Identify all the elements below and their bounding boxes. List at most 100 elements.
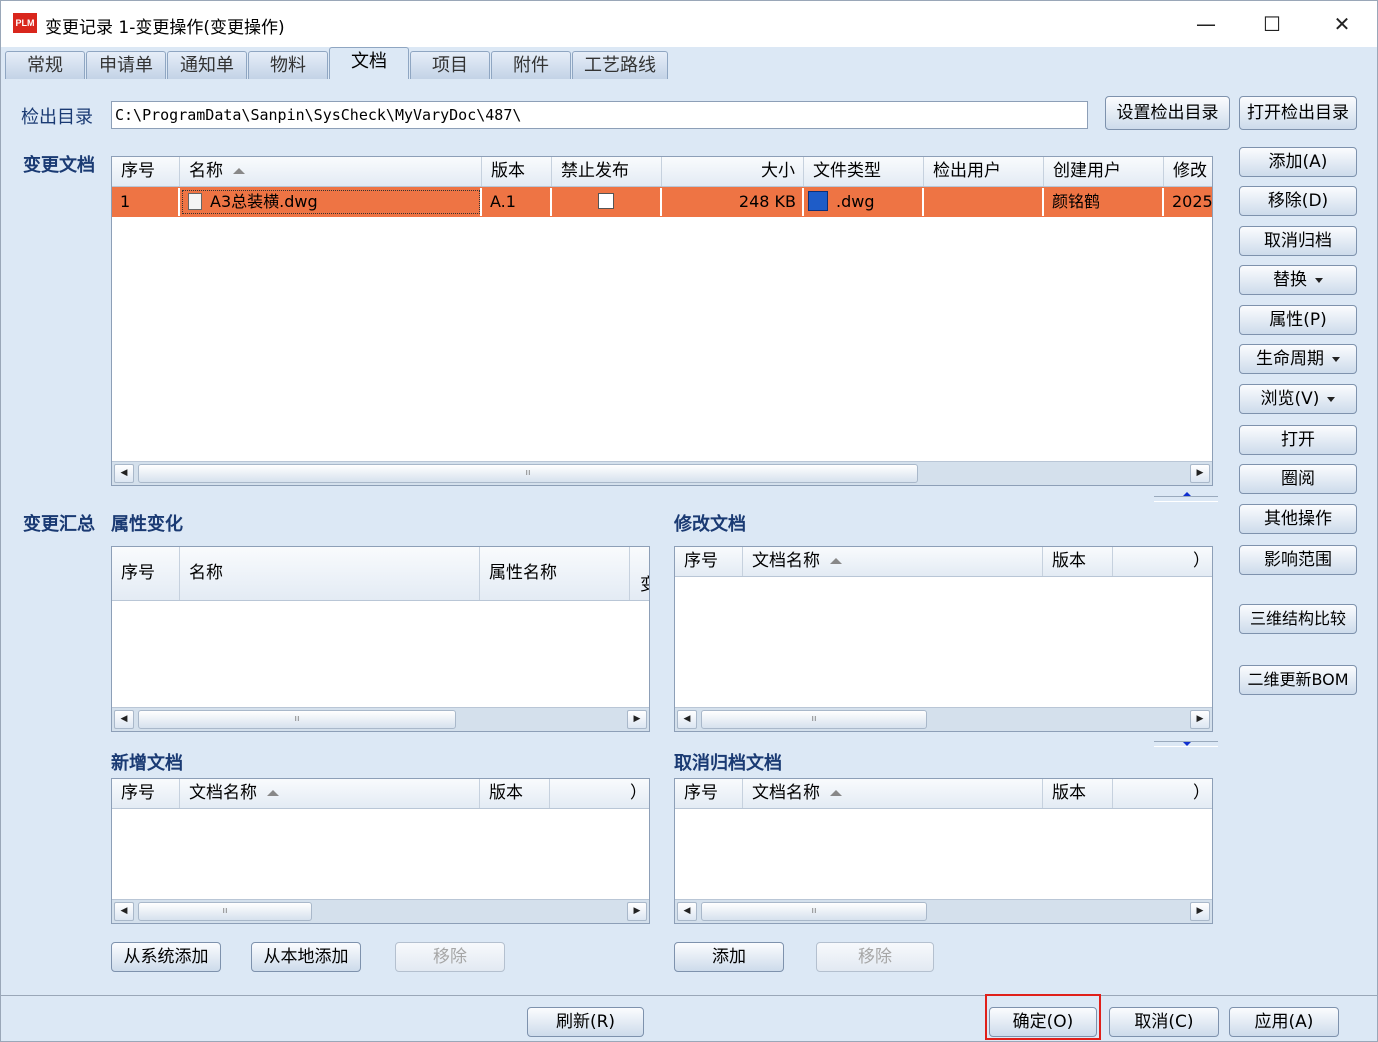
horizontal-scrollbar[interactable]: ◀ ıı ▶ <box>112 707 649 731</box>
markup-button[interactable]: 圈阅 <box>1239 464 1357 494</box>
replace-button[interactable]: 替换 <box>1239 265 1357 295</box>
tab-documents[interactable]: 文档 <box>329 47 409 79</box>
col-index[interactable]: 序号 <box>112 157 180 186</box>
maximize-button[interactable]: ☐ <box>1249 7 1295 41</box>
cell-modified: 2025 <box>1172 192 1213 211</box>
col-index[interactable]: 序号 <box>112 547 180 600</box>
add-from-system-button[interactable]: 从系统添加 <box>111 942 221 972</box>
impact-scope-button[interactable]: 影响范围 <box>1239 545 1357 575</box>
col-forbid-publish[interactable]: 禁止发布 <box>552 157 662 186</box>
properties-button[interactable]: 属性(P) <box>1239 305 1357 335</box>
splitter-down-icon <box>1183 742 1191 746</box>
col-modified[interactable]: 修改 <box>1164 157 1212 186</box>
col-index[interactable]: 序号 <box>675 779 743 808</box>
col-more[interactable]: ） <box>1113 779 1212 808</box>
col-index[interactable]: 序号 <box>112 779 180 808</box>
other-operations-button[interactable]: 其他操作 <box>1239 504 1357 534</box>
remove-button[interactable]: 移除(D) <box>1239 186 1357 216</box>
horizontal-scrollbar[interactable]: ◀ ıı ▶ <box>112 899 649 923</box>
scroll-right-icon[interactable]: ▶ <box>627 710 647 729</box>
add-from-local-button[interactable]: 从本地添加 <box>251 942 361 972</box>
table-row[interactable]: 1 A3总装横.dwg A.1 248 KB .dwg 颜铭鹤 2025 <box>112 187 1212 217</box>
close-button[interactable]: ✕ <box>1319 7 1365 41</box>
tab-application[interactable]: 申请单 <box>86 51 166 79</box>
tab-process-route[interactable]: 工艺路线 <box>572 51 668 79</box>
chevron-down-icon <box>1327 396 1336 402</box>
remove-new-doc-button[interactable]: 移除 <box>395 942 505 972</box>
lifecycle-button[interactable]: 生命周期 <box>1239 344 1357 374</box>
checkout-path-field[interactable]: C:\ProgramData\Sanpin\SysCheck\MyVaryDoc… <box>111 101 1088 129</box>
col-more[interactable]: ） <box>1113 547 1212 576</box>
change-docs-label: 变更文档 <box>23 155 95 176</box>
col-name[interactable]: 名称 <box>180 157 482 186</box>
3d-structure-compare-button[interactable]: 三维结构比较 <box>1239 604 1357 634</box>
open-button[interactable]: 打开 <box>1239 425 1357 455</box>
scroll-left-icon[interactable]: ◀ <box>114 902 134 921</box>
refresh-button[interactable]: 刷新(R) <box>527 1007 644 1037</box>
col-doc-name[interactable]: 文档名称 <box>180 779 480 808</box>
col-more[interactable]: ） <box>550 779 649 808</box>
horizontal-scrollbar[interactable]: ◀ ıı ▶ <box>675 899 1212 923</box>
col-checkout-user[interactable]: 检出用户 <box>924 157 1044 186</box>
scroll-left-icon[interactable]: ◀ <box>677 902 697 921</box>
attr-change-table: 序号 名称 属性名称 变 ◀ ıı ▶ <box>111 546 650 732</box>
cell-forbid-publish <box>552 188 662 216</box>
col-version[interactable]: 版本 <box>480 779 550 808</box>
col-file-type[interactable]: 文件类型 <box>804 157 924 186</box>
tab-attachment[interactable]: 附件 <box>491 51 571 79</box>
2d-update-bom-button[interactable]: 二维更新BOM <box>1239 665 1357 695</box>
plm-logo: PLM <box>13 13 37 33</box>
col-size[interactable]: 大小 <box>662 157 804 186</box>
splitter-handle[interactable] <box>1154 741 1218 747</box>
scroll-left-icon[interactable]: ◀ <box>677 710 697 729</box>
col-name[interactable]: 名称 <box>180 547 480 600</box>
remove-cancel-doc-button[interactable]: 移除 <box>816 942 934 972</box>
table-header: 序号 文档名称 版本 ） <box>675 547 1212 577</box>
cancel-archive-button[interactable]: 取消归档 <box>1239 226 1357 256</box>
col-creator[interactable]: 创建用户 <box>1044 157 1164 186</box>
scroll-left-icon[interactable]: ◀ <box>114 464 134 483</box>
scroll-left-icon[interactable]: ◀ <box>114 710 134 729</box>
scroll-right-icon[interactable]: ▶ <box>1190 902 1210 921</box>
col-doc-name[interactable]: 文档名称 <box>743 779 1043 808</box>
scroll-right-icon[interactable]: ▶ <box>627 902 647 921</box>
tab-project[interactable]: 项目 <box>410 51 490 79</box>
scroll-thumb[interactable]: ıı <box>701 710 927 729</box>
scroll-thumb[interactable]: ıı <box>701 902 927 921</box>
sort-asc-icon <box>830 558 842 564</box>
add-button[interactable]: 添加(A) <box>1239 147 1357 177</box>
col-version[interactable]: 版本 <box>1043 779 1113 808</box>
scroll-thumb[interactable]: ıı <box>138 710 456 729</box>
scroll-thumb[interactable]: ıı <box>138 464 918 483</box>
horizontal-scrollbar[interactable]: ◀ ıı ▶ <box>675 707 1212 731</box>
cell-checkout-user <box>924 188 1044 216</box>
tab-general[interactable]: 常规 <box>5 51 85 79</box>
ok-button[interactable]: 确定(O) <box>989 1007 1097 1037</box>
table-header: 序号 文档名称 版本 ） <box>675 779 1212 809</box>
open-checkout-dir-button[interactable]: 打开检出目录 <box>1239 96 1357 130</box>
cell-size: 248 KB <box>662 188 804 216</box>
scroll-right-icon[interactable]: ▶ <box>1190 710 1210 729</box>
apply-button[interactable]: 应用(A) <box>1229 1007 1339 1037</box>
set-checkout-dir-button[interactable]: 设置检出目录 <box>1105 96 1230 130</box>
col-change[interactable]: 变 <box>630 547 649 600</box>
forbid-publish-checkbox[interactable] <box>598 193 614 209</box>
tab-notice[interactable]: 通知单 <box>167 51 247 79</box>
horizontal-scrollbar[interactable]: ◀ ıı ▶ <box>112 461 1212 485</box>
cancel-button[interactable]: 取消(C) <box>1109 1007 1219 1037</box>
col-index[interactable]: 序号 <box>675 547 743 576</box>
cancel-archive-docs-table: 序号 文档名称 版本 ） ◀ ıı ▶ <box>674 778 1213 924</box>
col-version[interactable]: 版本 <box>1043 547 1113 576</box>
table-header: 序号 名称 属性名称 变 <box>112 547 649 601</box>
tab-material[interactable]: 物料 <box>248 51 328 79</box>
col-doc-name[interactable]: 文档名称 <box>743 547 1043 576</box>
add-cancel-doc-button[interactable]: 添加 <box>674 942 784 972</box>
scroll-right-icon[interactable]: ▶ <box>1190 464 1210 483</box>
col-attr-name[interactable]: 属性名称 <box>480 547 630 600</box>
col-version[interactable]: 版本 <box>482 157 552 186</box>
splitter-handle[interactable] <box>1154 492 1218 502</box>
minimize-button[interactable]: — <box>1183 7 1229 41</box>
change-summary-label: 变更汇总 <box>23 514 95 535</box>
scroll-thumb[interactable]: ıı <box>138 902 312 921</box>
browse-button[interactable]: 浏览(V) <box>1239 384 1357 414</box>
